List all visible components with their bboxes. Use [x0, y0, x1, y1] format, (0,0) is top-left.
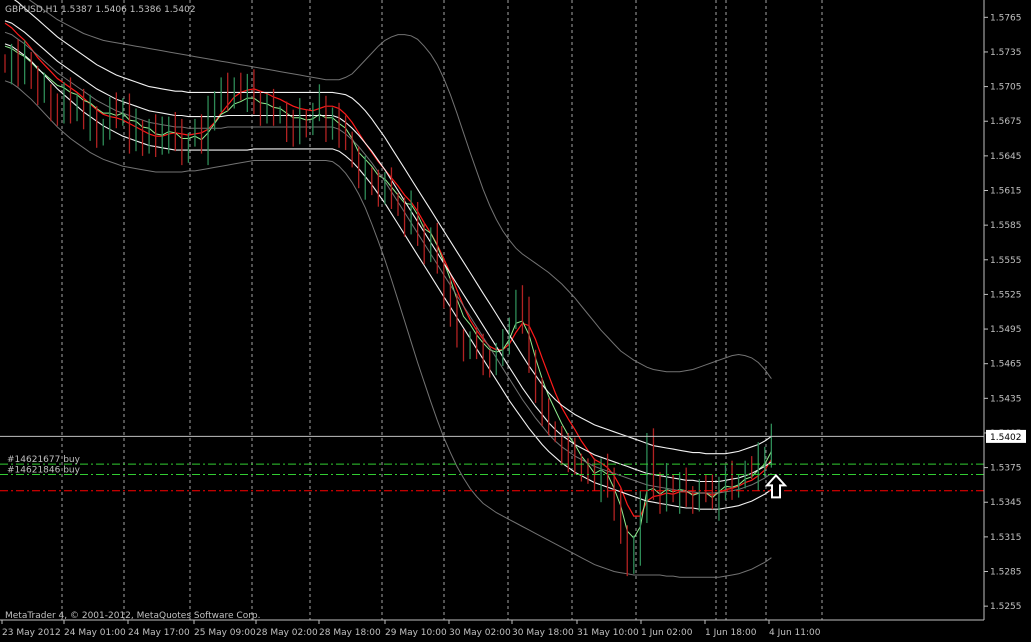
price-tick-label: 1.5495 [990, 325, 1022, 335]
time-tick-label: 25 May 09:00 [194, 628, 256, 638]
time-tick-label: 31 May 10:00 [577, 628, 639, 638]
price-tick-label: 1.5375 [990, 464, 1022, 474]
price-tick-label: 1.5645 [990, 152, 1022, 162]
time-tick-label: 24 May 17:00 [128, 628, 190, 638]
current-price-label: 1.5402 [990, 433, 1022, 443]
order-label-1: #14621677 buy [7, 455, 81, 465]
price-tick-label: 1.5345 [990, 498, 1022, 508]
order-label-2: #14621846 buy [7, 466, 81, 476]
time-tick-label: 1 Jun 18:00 [705, 628, 757, 638]
price-tick-label: 1.5285 [990, 568, 1022, 578]
price-tick-label: 1.5255 [990, 602, 1022, 612]
price-tick-label: 1.5585 [990, 221, 1022, 231]
time-tick-label: 28 May 18:00 [319, 628, 381, 638]
price-tick-label: 1.5315 [990, 533, 1022, 543]
price-tick-label: 1.5735 [990, 48, 1022, 58]
price-tick-label: 1.5765 [990, 13, 1022, 23]
price-tick-label: 1.5615 [990, 187, 1022, 197]
time-tick-label: 1 Jun 02:00 [641, 628, 693, 638]
time-tick-label: 23 May 2012 [2, 628, 61, 638]
price-tick-label: 1.5435 [990, 394, 1022, 404]
symbol-info: GBPUSD,H1 1.5387 1.5406 1.5386 1.5402 [5, 5, 196, 15]
copyright-text: MetaTrader 4, © 2001-2012, MetaQuotes So… [5, 611, 261, 621]
time-tick-label: 29 May 10:00 [385, 628, 447, 638]
price-tick-label: 1.5675 [990, 117, 1022, 127]
price-chart[interactable]: 1.5765 1.5735 1.5705 1.5675 1.5645 1.5615 1.55… [0, 0, 1031, 642]
price-tick-label: 1.5555 [990, 256, 1022, 266]
time-tick-label: 30 May 18:00 [512, 628, 574, 638]
time-tick-label: 4 Jun 11:00 [769, 628, 821, 638]
time-tick-label: 30 May 02:00 [449, 628, 511, 638]
time-tick-label: 28 May 02:00 [256, 628, 318, 638]
price-tick-label: 1.5465 [990, 360, 1022, 370]
time-tick-label: 24 May 01:00 [64, 628, 126, 638]
price-tick-label: 1.5705 [990, 83, 1022, 93]
price-tick-label: 1.5525 [990, 290, 1022, 300]
